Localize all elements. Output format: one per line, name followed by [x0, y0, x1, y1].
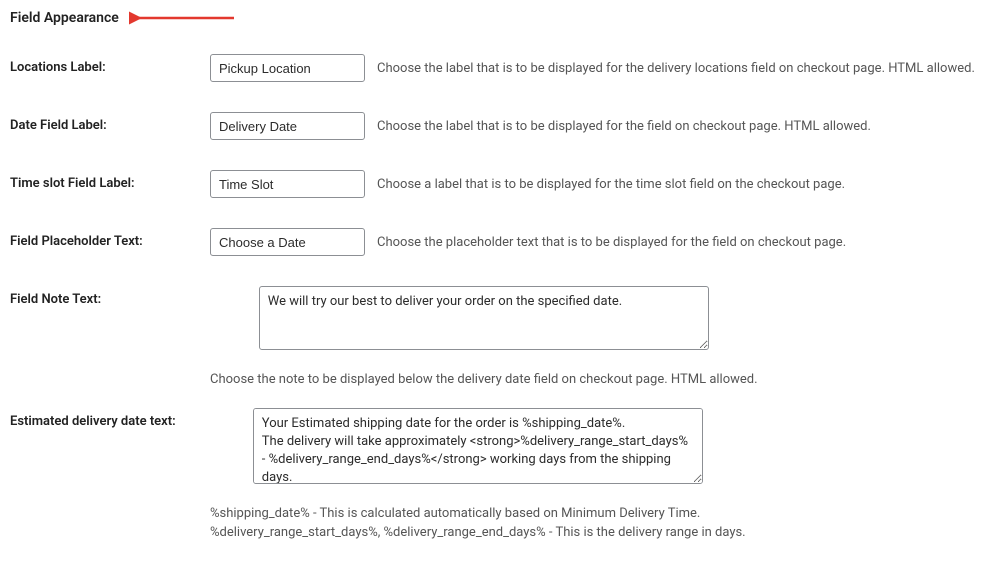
date-field-label-desc: Choose the label that is to be displayed…	[377, 119, 871, 134]
form-table: Locations Label: Choose the label that i…	[10, 54, 980, 543]
row-estimated-delivery: Estimated delivery date text: %shipping_…	[10, 408, 980, 543]
row-placeholder: Field Placeholder Text: Choose the place…	[10, 228, 980, 256]
date-field-label: Date Field Label:	[10, 112, 210, 133]
row-time-slot-label: Time slot Field Label: Choose a label th…	[10, 170, 980, 198]
row-field-note: Field Note Text: Choose the note to be d…	[10, 286, 980, 390]
estimated-desc: %shipping_date% - This is calculated aut…	[210, 504, 746, 543]
time-slot-label-input[interactable]	[210, 170, 365, 198]
field-note-label: Field Note Text:	[10, 286, 210, 307]
locations-label-desc: Choose the label that is to be displayed…	[377, 61, 975, 76]
time-slot-label-desc: Choose a label that is to be displayed f…	[377, 177, 845, 192]
locations-label-input[interactable]	[210, 54, 365, 82]
callout-arrow-icon	[129, 10, 239, 26]
placeholder-label: Field Placeholder Text:	[10, 228, 210, 249]
placeholder-input[interactable]	[210, 228, 365, 256]
estimated-input[interactable]	[253, 408, 703, 484]
field-note-desc: Choose the note to be displayed below th…	[210, 370, 758, 390]
section-title: Field Appearance	[10, 10, 119, 26]
estimated-label: Estimated delivery date text:	[10, 408, 210, 429]
section-header: Field Appearance	[10, 10, 980, 26]
placeholder-desc: Choose the placeholder text that is to b…	[377, 235, 846, 250]
row-locations-label: Locations Label: Choose the label that i…	[10, 54, 980, 82]
field-note-input[interactable]	[259, 286, 709, 350]
row-date-field-label: Date Field Label: Choose the label that …	[10, 112, 980, 140]
date-field-label-input[interactable]	[210, 112, 365, 140]
locations-label: Locations Label:	[10, 54, 210, 75]
time-slot-label: Time slot Field Label:	[10, 170, 210, 191]
